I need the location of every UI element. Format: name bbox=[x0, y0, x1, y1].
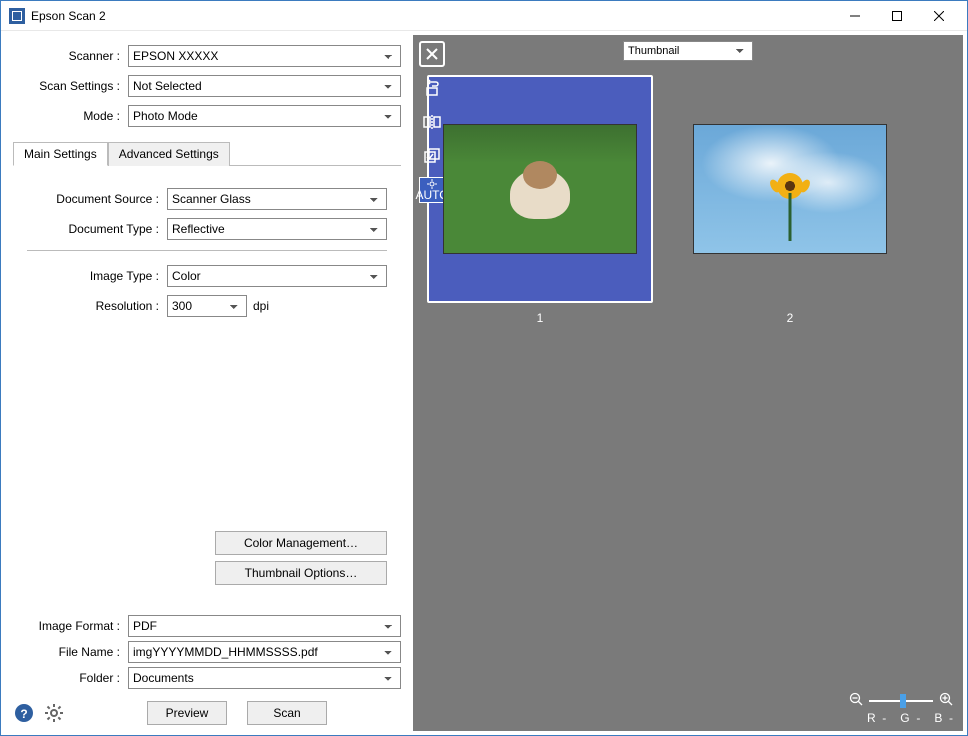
tab-advanced-settings[interactable]: Advanced Settings bbox=[108, 142, 230, 166]
minimize-button[interactable] bbox=[835, 2, 875, 30]
document-type-select[interactable]: Reflective bbox=[167, 218, 387, 240]
mode-label: Mode : bbox=[13, 109, 128, 123]
svg-text:?: ? bbox=[20, 707, 27, 721]
scan-settings-label: Scan Settings : bbox=[13, 79, 128, 93]
close-button[interactable] bbox=[919, 2, 959, 30]
select-all-icon[interactable] bbox=[419, 143, 445, 169]
divider bbox=[27, 250, 387, 251]
folder-select[interactable]: Documents bbox=[128, 667, 401, 689]
file-name-select[interactable]: imgYYYYMMDD_HHMMSSSS.pdf bbox=[128, 641, 401, 663]
thumbnail-1[interactable] bbox=[427, 75, 653, 303]
thumbnail-2-label: 2 bbox=[787, 311, 794, 325]
preview-toolbar: AUTO bbox=[419, 41, 445, 203]
zoom-slider[interactable] bbox=[869, 700, 933, 702]
thumbnail-1-label: 1 bbox=[537, 311, 544, 325]
window-title: Epson Scan 2 bbox=[31, 9, 833, 23]
maximize-button[interactable] bbox=[877, 2, 917, 30]
scan-settings-select[interactable]: Not Selected bbox=[128, 75, 401, 97]
resolution-unit: dpi bbox=[253, 299, 269, 313]
color-management-button[interactable]: Color Management… bbox=[215, 531, 387, 555]
titlebar: Epson Scan 2 bbox=[1, 1, 967, 31]
image-type-select[interactable]: Color bbox=[167, 265, 387, 287]
resolution-label: Resolution : bbox=[27, 299, 167, 313]
preview-button[interactable]: Preview bbox=[147, 701, 227, 725]
image-format-label: Image Format : bbox=[13, 619, 128, 633]
folder-label: Folder : bbox=[13, 671, 128, 685]
auto-exposure-icon[interactable]: AUTO bbox=[419, 177, 445, 203]
document-source-select[interactable]: Scanner Glass bbox=[167, 188, 387, 210]
thumbnail-2-image bbox=[693, 124, 887, 254]
mirror-icon[interactable] bbox=[419, 109, 445, 135]
preview-area: Thumbnail AUTO 1 2 bbox=[413, 35, 963, 731]
scanner-select[interactable]: EPSON XXXXX bbox=[128, 45, 401, 67]
gear-icon[interactable] bbox=[43, 702, 65, 724]
resolution-select[interactable]: 300 bbox=[167, 295, 247, 317]
tab-main-settings[interactable]: Main Settings bbox=[13, 142, 108, 166]
main-settings-pane: Document Source : Scanner Glass Document… bbox=[13, 166, 401, 603]
rgb-g: G - bbox=[900, 711, 920, 725]
rgb-b: B - bbox=[934, 711, 953, 725]
scanner-label: Scanner : bbox=[13, 49, 128, 63]
thumbnail-1-image bbox=[443, 124, 637, 254]
rgb-r: R - bbox=[867, 711, 886, 725]
delete-marquee-icon[interactable] bbox=[419, 41, 445, 67]
image-format-select[interactable]: PDF bbox=[128, 615, 401, 637]
rotate-icon[interactable] bbox=[419, 75, 445, 101]
mode-select[interactable]: Photo Mode bbox=[128, 105, 401, 127]
image-type-label: Image Type : bbox=[27, 269, 167, 283]
file-name-label: File Name : bbox=[13, 645, 128, 659]
document-type-label: Document Type : bbox=[27, 222, 167, 236]
zoom-out-icon[interactable] bbox=[849, 692, 863, 709]
zoom-in-icon[interactable] bbox=[939, 692, 953, 709]
settings-tabs: Main Settings Advanced Settings bbox=[13, 141, 401, 166]
document-source-label: Document Source : bbox=[27, 192, 167, 206]
thumbnail-2[interactable] bbox=[677, 75, 903, 303]
scan-button[interactable]: Scan bbox=[247, 701, 327, 725]
app-icon bbox=[9, 8, 25, 24]
help-icon[interactable]: ? bbox=[13, 702, 35, 724]
settings-panel: Scanner : EPSON XXXXX Scan Settings : No… bbox=[1, 31, 413, 735]
thumbnail-options-button[interactable]: Thumbnail Options… bbox=[215, 561, 387, 585]
view-mode-select[interactable]: Thumbnail bbox=[623, 41, 753, 61]
preview-footer: R - G - B - bbox=[849, 692, 953, 725]
